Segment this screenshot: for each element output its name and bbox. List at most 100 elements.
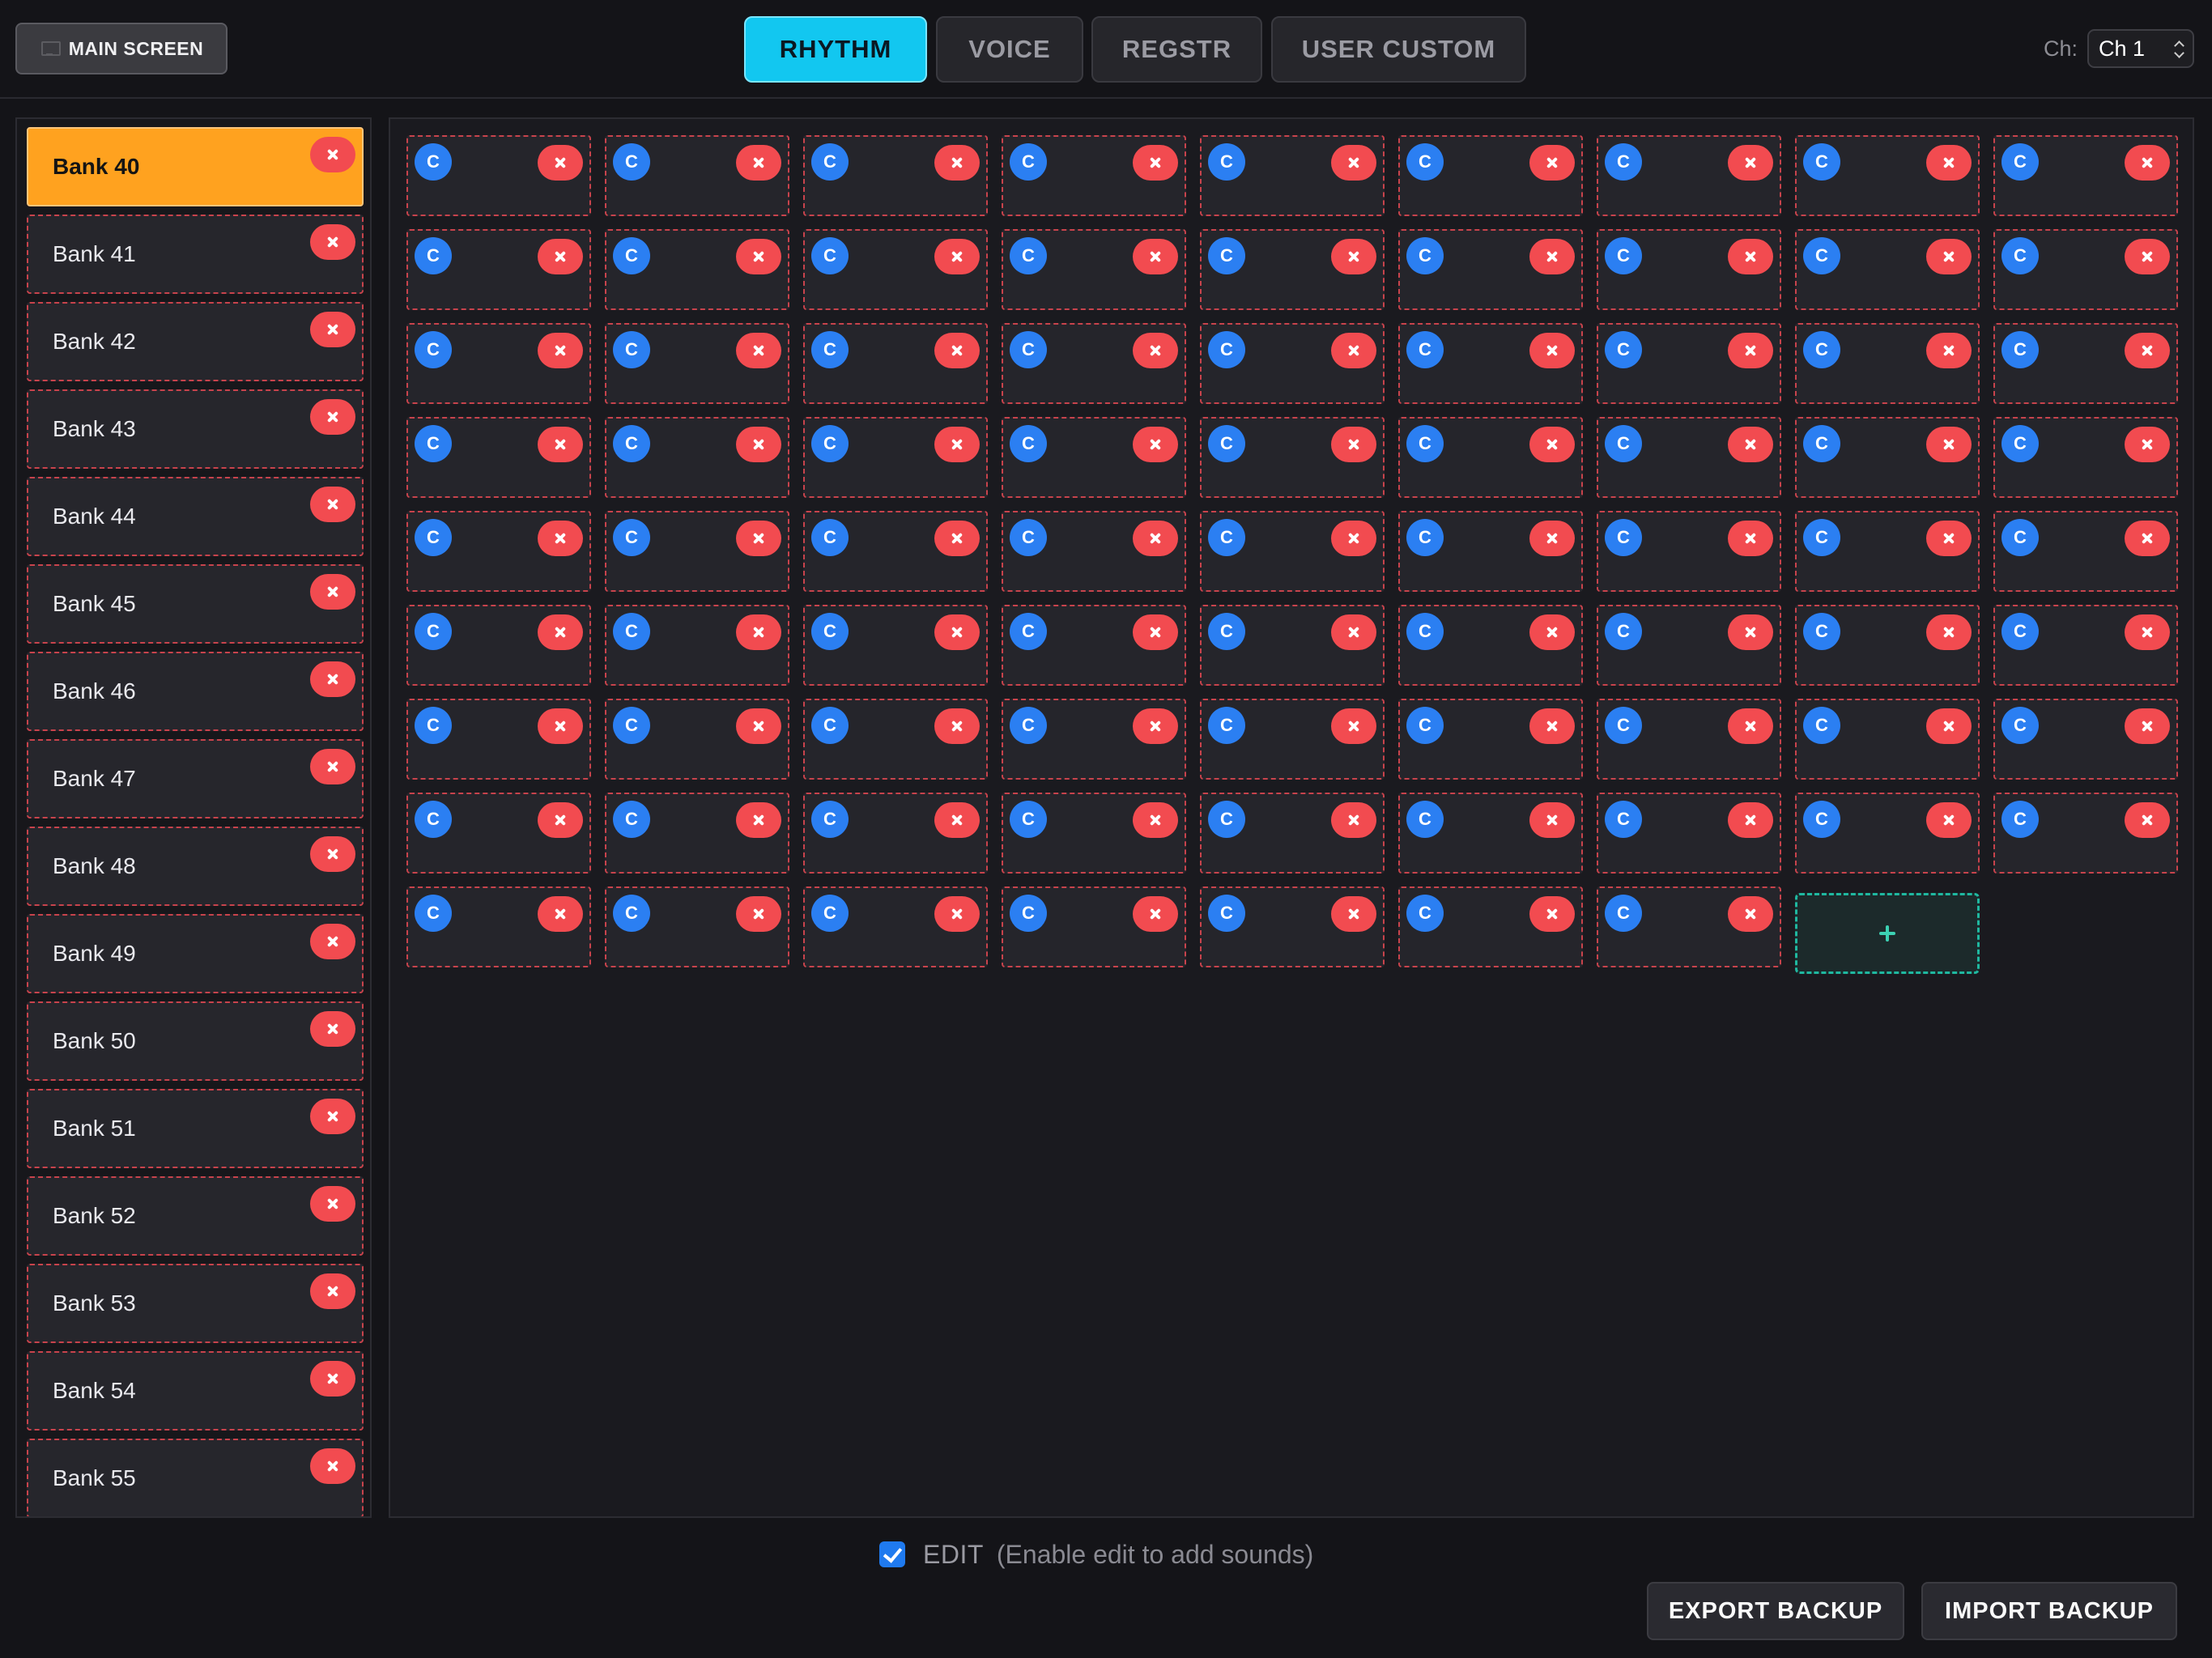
sound-pad[interactable]: C (1993, 699, 2178, 780)
delete-pad-button[interactable] (934, 614, 980, 650)
bank-item[interactable]: Bank 42 (27, 302, 364, 381)
sound-pad[interactable]: C (1002, 605, 1186, 686)
copy-pad-button[interactable]: C (1208, 519, 1245, 556)
bank-item[interactable]: Bank 49 (27, 914, 364, 993)
sound-pad[interactable]: C (1993, 511, 2178, 592)
copy-pad-button[interactable]: C (811, 237, 849, 274)
copy-pad-button[interactable]: C (415, 425, 452, 462)
delete-pad-button[interactable] (1728, 614, 1773, 650)
delete-pad-button[interactable] (1926, 427, 1972, 462)
sound-pad[interactable]: C (406, 793, 591, 874)
delete-bank-button[interactable] (310, 399, 355, 435)
copy-pad-button[interactable]: C (811, 613, 849, 650)
sound-pad[interactable]: C (1993, 605, 2178, 686)
copy-pad-button[interactable]: C (415, 895, 452, 932)
copy-pad-button[interactable]: C (1605, 237, 1642, 274)
copy-pad-button[interactable]: C (811, 895, 849, 932)
copy-pad-button[interactable]: C (1010, 895, 1047, 932)
copy-pad-button[interactable]: C (613, 331, 650, 368)
delete-bank-button[interactable] (310, 137, 355, 172)
sound-pad[interactable]: C (1002, 135, 1186, 216)
copy-pad-button[interactable]: C (1605, 707, 1642, 744)
sound-pad[interactable]: C (1200, 793, 1385, 874)
sound-pad[interactable]: C (605, 605, 789, 686)
delete-pad-button[interactable] (1926, 802, 1972, 838)
copy-pad-button[interactable]: C (811, 519, 849, 556)
sound-pad[interactable]: C (1200, 229, 1385, 310)
copy-pad-button[interactable]: C (1406, 143, 1444, 181)
sound-pad[interactable]: C (1795, 699, 1980, 780)
import-backup-button[interactable]: IMPORT BACKUP (1921, 1582, 2177, 1640)
tab-user-custom[interactable]: USER CUSTOM (1271, 16, 1526, 83)
delete-bank-button[interactable] (310, 1186, 355, 1222)
delete-pad-button[interactable] (2125, 521, 2170, 556)
copy-pad-button[interactable]: C (1208, 425, 1245, 462)
sound-pad[interactable]: C (1993, 323, 2178, 404)
copy-pad-button[interactable]: C (811, 707, 849, 744)
delete-pad-button[interactable] (934, 708, 980, 744)
bank-item[interactable]: Bank 55 (27, 1439, 364, 1516)
delete-pad-button[interactable] (1133, 333, 1178, 368)
delete-pad-button[interactable] (1331, 333, 1376, 368)
copy-pad-button[interactable]: C (1208, 331, 1245, 368)
sound-pad[interactable]: C (1002, 511, 1186, 592)
copy-pad-button[interactable]: C (2001, 425, 2039, 462)
copy-pad-button[interactable]: C (613, 519, 650, 556)
copy-pad-button[interactable]: C (1605, 613, 1642, 650)
copy-pad-button[interactable]: C (1010, 707, 1047, 744)
sound-pad[interactable]: C (406, 135, 591, 216)
sound-pad[interactable]: C (1597, 229, 1781, 310)
sound-pad[interactable]: C (406, 229, 591, 310)
delete-pad-button[interactable] (736, 802, 781, 838)
copy-pad-button[interactable]: C (1406, 707, 1444, 744)
sound-pad[interactable]: C (406, 417, 591, 498)
delete-pad-button[interactable] (736, 521, 781, 556)
copy-pad-button[interactable]: C (2001, 519, 2039, 556)
channel-select[interactable]: Ch 1 (2087, 29, 2194, 68)
delete-pad-button[interactable] (736, 145, 781, 181)
sound-pad[interactable]: C (1795, 323, 1980, 404)
delete-pad-button[interactable] (538, 614, 583, 650)
delete-pad-button[interactable] (1331, 239, 1376, 274)
copy-pad-button[interactable]: C (1010, 425, 1047, 462)
sound-pad[interactable]: C (1200, 511, 1385, 592)
sound-pad[interactable]: C (1002, 793, 1186, 874)
sound-pad[interactable]: C (803, 699, 988, 780)
copy-pad-button[interactable]: C (1803, 425, 1840, 462)
sound-pad[interactable]: C (1597, 135, 1781, 216)
sound-pad[interactable]: C (605, 417, 789, 498)
sound-pad[interactable]: C (1398, 605, 1583, 686)
delete-pad-button[interactable] (736, 239, 781, 274)
bank-item[interactable]: Bank 45 (27, 564, 364, 644)
delete-pad-button[interactable] (1133, 427, 1178, 462)
sound-pad[interactable]: C (1398, 699, 1583, 780)
delete-pad-button[interactable] (934, 521, 980, 556)
delete-pad-button[interactable] (1529, 239, 1575, 274)
tab-rhythm[interactable]: RHYTHM (744, 16, 927, 83)
sound-pad[interactable]: C (1398, 229, 1583, 310)
delete-pad-button[interactable] (934, 427, 980, 462)
copy-pad-button[interactable]: C (1010, 331, 1047, 368)
copy-pad-button[interactable]: C (1208, 237, 1245, 274)
delete-pad-button[interactable] (538, 145, 583, 181)
delete-pad-button[interactable] (1529, 614, 1575, 650)
copy-pad-button[interactable]: C (415, 801, 452, 838)
sound-pad[interactable]: C (605, 135, 789, 216)
bank-item[interactable]: Bank 40 (27, 127, 364, 206)
delete-pad-button[interactable] (1133, 896, 1178, 932)
delete-pad-button[interactable] (2125, 614, 2170, 650)
sound-pad[interactable]: C (1597, 417, 1781, 498)
delete-pad-button[interactable] (1926, 614, 1972, 650)
sound-pad[interactable]: C (406, 323, 591, 404)
tab-voice[interactable]: VOICE (936, 16, 1083, 83)
sound-pad[interactable]: C (1795, 135, 1980, 216)
delete-bank-button[interactable] (310, 1273, 355, 1309)
delete-pad-button[interactable] (1728, 239, 1773, 274)
delete-pad-button[interactable] (1529, 802, 1575, 838)
delete-pad-button[interactable] (1728, 802, 1773, 838)
delete-pad-button[interactable] (2125, 333, 2170, 368)
sound-pad[interactable]: C (1398, 135, 1583, 216)
copy-pad-button[interactable]: C (613, 895, 650, 932)
bank-item[interactable]: Bank 53 (27, 1264, 364, 1343)
delete-bank-button[interactable] (310, 836, 355, 872)
